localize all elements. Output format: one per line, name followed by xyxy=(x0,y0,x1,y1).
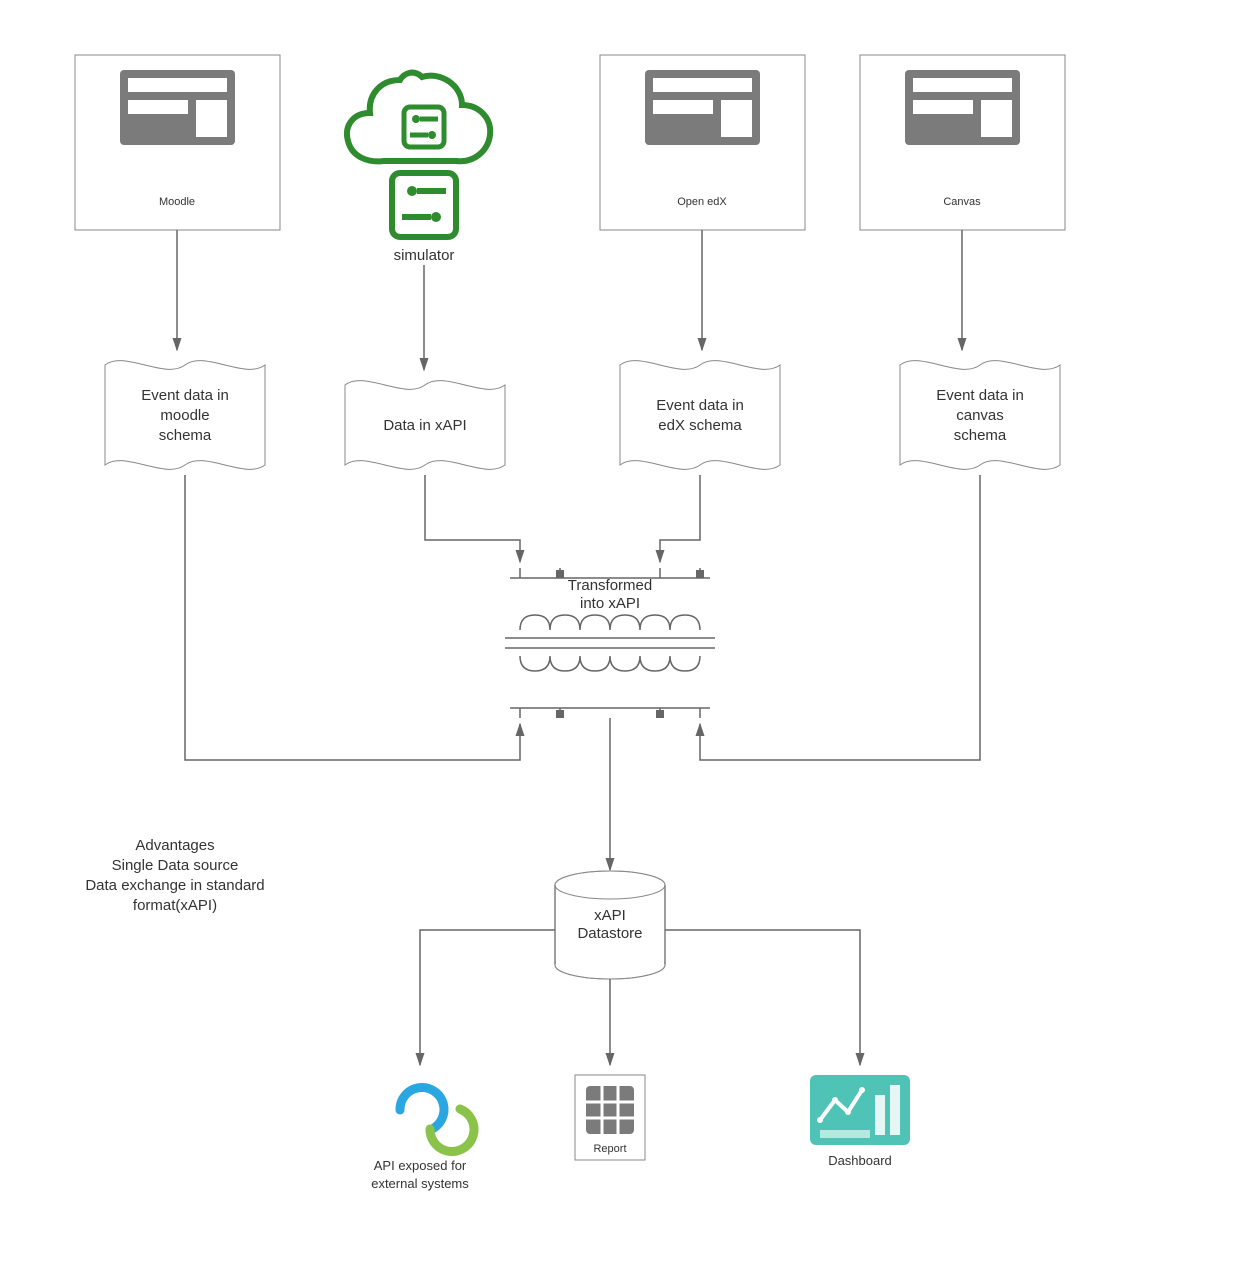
event-canvas-l3: schema xyxy=(954,427,1007,444)
source-moodle: Moodle xyxy=(75,55,280,230)
datastore: xAPI Datastore xyxy=(555,871,665,979)
conn-canvas-to-transformer xyxy=(700,475,980,760)
source-openedx: Open edX xyxy=(600,55,805,230)
event-moodle-l3: schema xyxy=(159,427,212,444)
event-xapi: Data in xAPI xyxy=(345,381,505,470)
advantages-l2: Single Data source xyxy=(112,857,239,874)
event-moodle-l1: Event data in xyxy=(141,387,229,404)
event-moodle: Event data in moodle schema xyxy=(105,361,265,470)
output-report-label: Report xyxy=(593,1143,626,1155)
event-moodle-l2: moodle xyxy=(160,407,209,424)
output-api xyxy=(400,1088,474,1152)
datastore-l1: xAPI xyxy=(594,907,626,924)
advantages-title: Advantages xyxy=(135,837,214,854)
event-edx-l2: edX schema xyxy=(658,417,742,434)
output-report: Report xyxy=(575,1075,645,1160)
advantages-l4: format(xAPI) xyxy=(133,897,217,914)
architecture-diagram: Moodle simulator Open xyxy=(0,0,1260,1286)
datastore-l2: Datastore xyxy=(577,925,642,942)
event-canvas-l1: Event data in xyxy=(936,387,1024,404)
arrow-ds-to-api xyxy=(420,930,555,1065)
event-edx-l1: Event data in xyxy=(656,397,744,414)
conn-xapi-to-transformer xyxy=(425,475,520,562)
output-dashboard-label: Dashboard xyxy=(828,1153,892,1168)
advantages-l3: Data exchange in standard xyxy=(85,877,264,894)
event-canvas-l2: canvas xyxy=(956,407,1004,424)
output-dashboard: Dashboard xyxy=(810,1075,910,1168)
output-api-l1: API exposed for xyxy=(374,1158,467,1173)
arrow-ds-to-dashboard xyxy=(665,930,860,1065)
source-simulator: simulator xyxy=(347,73,490,264)
advantages-block: Advantages Single Data source Data excha… xyxy=(85,837,264,914)
source-canvas: Canvas xyxy=(860,55,1065,230)
source-moodle-label: Moodle xyxy=(159,196,195,208)
source-simulator-label: simulator xyxy=(394,247,455,264)
transformer-l1: Transformed xyxy=(568,577,652,594)
transformer: Transformed into xAPI xyxy=(505,568,715,718)
output-api-l2: external systems xyxy=(371,1176,469,1191)
transformer-l2: into xAPI xyxy=(580,595,640,612)
source-canvas-label: Canvas xyxy=(943,196,981,208)
source-openedx-label: Open edX xyxy=(677,196,727,208)
event-xapi-l1: Data in xAPI xyxy=(383,417,466,434)
event-edx: Event data in edX schema xyxy=(620,361,780,470)
conn-edx-to-transformer xyxy=(660,475,700,562)
conn-moodle-to-transformer xyxy=(185,475,520,760)
event-canvas: Event data in canvas schema xyxy=(900,361,1060,470)
